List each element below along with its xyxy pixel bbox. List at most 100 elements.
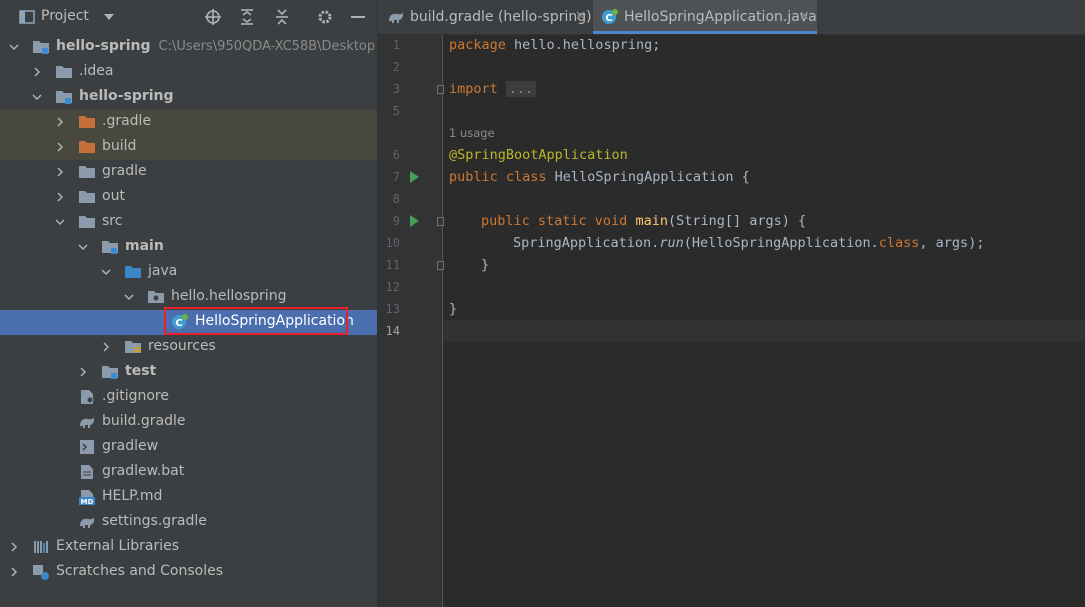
code-line-3[interactable]: import ... <box>449 81 537 97</box>
package-icon <box>148 291 164 303</box>
tab-label: build.gradle (hello-spring) <box>410 9 592 25</box>
fold-marker-icon[interactable] <box>437 261 444 270</box>
tree-item-settings-gradle[interactable]: settings.gradle <box>0 510 377 535</box>
tree-item-scratches[interactable]: Scratches and Consoles <box>0 560 377 585</box>
tab-build-gradle[interactable]: build.gradle (hello-spring) ✕ <box>378 0 592 34</box>
line-number[interactable]: 10 <box>378 236 400 250</box>
close-icon[interactable]: ✕ <box>575 9 586 24</box>
tree-item-label: hello.hellospring <box>171 288 287 304</box>
line-number[interactable]: 1 <box>378 38 400 52</box>
tree-item-gradle[interactable]: gradle <box>0 160 377 185</box>
chevron-right-icon[interactable] <box>54 191 66 203</box>
close-icon[interactable]: ✕ <box>799 9 810 24</box>
fold-marker-icon[interactable] <box>437 85 444 94</box>
tree-item-external-libraries[interactable]: External Libraries <box>0 535 377 560</box>
svg-text:C: C <box>605 13 612 24</box>
tree-item-build-gradle[interactable]: build.gradle <box>0 410 377 435</box>
code-line-13[interactable]: } <box>449 301 457 317</box>
tree-item-java[interactable]: java <box>0 260 377 285</box>
code-line-9[interactable]: public static void main(String[] args) { <box>481 213 806 229</box>
tree-item-label: build <box>102 138 137 154</box>
run-icon[interactable] <box>410 215 419 227</box>
code-line-10[interactable]: SpringApplication.run(HelloSpringApplica… <box>513 235 984 251</box>
chevron-down-icon[interactable] <box>123 291 135 303</box>
collapse-all-icon[interactable] <box>273 8 291 26</box>
tree-item-hello-spring-module[interactable]: hello-spring <box>0 85 377 110</box>
chevron-down-icon[interactable] <box>31 91 43 103</box>
chevron-down-icon[interactable] <box>54 216 66 228</box>
line-number[interactable]: 2 <box>378 60 400 74</box>
line-number[interactable]: 11 <box>378 258 400 272</box>
chevron-right-icon[interactable] <box>8 566 20 578</box>
tree-item-idea[interactable]: .idea <box>0 60 377 85</box>
chevron-right-icon[interactable] <box>54 116 66 128</box>
line-number[interactable]: 6 <box>378 148 400 162</box>
code-line-7[interactable]: public class HelloSpringApplication { <box>449 169 750 185</box>
line-number[interactable]: 13 <box>378 302 400 316</box>
tree-item-hello-spring-root[interactable]: hello-spring C:\Users\950QDA-XC58B\Deskto… <box>0 35 377 60</box>
code-line-1[interactable]: package hello.hellospring; <box>449 37 660 53</box>
tree-item-gitignore[interactable]: .gitignore <box>0 385 377 410</box>
line-number[interactable]: 3 <box>378 82 400 96</box>
gradle-file-icon <box>389 12 403 23</box>
tree-item-label: java <box>148 263 178 279</box>
run-icon[interactable] <box>410 171 419 183</box>
usage-hint[interactable]: 1 usage <box>449 126 495 140</box>
folder-icon <box>79 216 95 228</box>
code-line-11[interactable]: } <box>481 257 489 273</box>
line-number[interactable]: 8 <box>378 192 400 206</box>
tree-item-label: test <box>125 363 157 379</box>
tree-item-gradlew-bat[interactable]: gradlew.bat <box>0 460 377 485</box>
svg-text:MD: MD <box>81 498 94 505</box>
tree-item-label: External Libraries <box>56 538 179 554</box>
tree-item-label: main <box>125 238 164 254</box>
line-number[interactable]: 12 <box>378 280 400 294</box>
tree-item-src[interactable]: src <box>0 210 377 235</box>
chevron-down-icon[interactable] <box>77 241 89 253</box>
keyword: public class <box>449 169 547 185</box>
tree-item-help-md[interactable]: MD HELP.md <box>0 485 377 510</box>
chevron-right-icon[interactable] <box>100 341 112 353</box>
tree-item-gradle-cache[interactable]: .gradle <box>0 110 377 135</box>
chevron-right-icon[interactable] <box>77 366 89 378</box>
tree-item-out[interactable]: out <box>0 185 377 210</box>
hide-panel-icon[interactable] <box>349 8 367 26</box>
bat-file-icon <box>81 465 93 479</box>
chevron-right-icon[interactable] <box>54 166 66 178</box>
code-text: } <box>449 301 458 317</box>
chevron-down-icon[interactable] <box>100 8 118 26</box>
current-line-highlight <box>443 320 1085 342</box>
line-number[interactable]: 5 <box>378 104 400 118</box>
tree-item-main[interactable]: main <box>0 235 377 260</box>
tree-item-gradlew[interactable]: gradlew <box>0 435 377 460</box>
tree-item-test[interactable]: test <box>0 360 377 385</box>
expand-all-icon[interactable] <box>238 8 256 26</box>
markdown-file-icon: MD <box>79 490 95 505</box>
folded-imports[interactable]: ... <box>505 81 537 97</box>
chevron-right-icon[interactable] <box>54 141 66 153</box>
project-view-icon[interactable] <box>18 8 36 26</box>
chevron-right-icon[interactable] <box>8 541 20 553</box>
chevron-down-icon[interactable] <box>8 41 20 53</box>
tree-item-label: settings.gradle <box>102 513 207 529</box>
tree-item-label: hello-spring <box>79 88 174 104</box>
keyword: class <box>878 235 920 251</box>
fold-marker-icon[interactable] <box>437 217 444 226</box>
chevron-down-icon[interactable] <box>100 266 112 278</box>
chevron-right-icon[interactable] <box>31 66 43 78</box>
code-text: hello.hellospring; <box>505 37 661 53</box>
project-view-title[interactable]: Project <box>41 8 89 24</box>
line-number[interactable]: 7 <box>378 170 400 184</box>
tree-item-build[interactable]: build <box>0 135 377 160</box>
source-folder-icon <box>102 241 118 254</box>
line-number[interactable]: 9 <box>378 214 400 228</box>
excluded-folder-icon <box>79 116 95 128</box>
resources-folder-icon <box>125 341 141 353</box>
code-line-6[interactable]: @SpringBootApplication <box>449 147 628 163</box>
locate-file-icon[interactable] <box>204 8 222 26</box>
line-number-current[interactable]: 14 <box>378 324 400 338</box>
tree-item-resources[interactable]: resources <box>0 335 377 360</box>
gear-icon[interactable] <box>316 8 334 26</box>
tab-hello-spring-application[interactable]: C HelloSpringApplication.java ✕ <box>593 0 817 34</box>
java-source-root-icon <box>125 266 141 278</box>
